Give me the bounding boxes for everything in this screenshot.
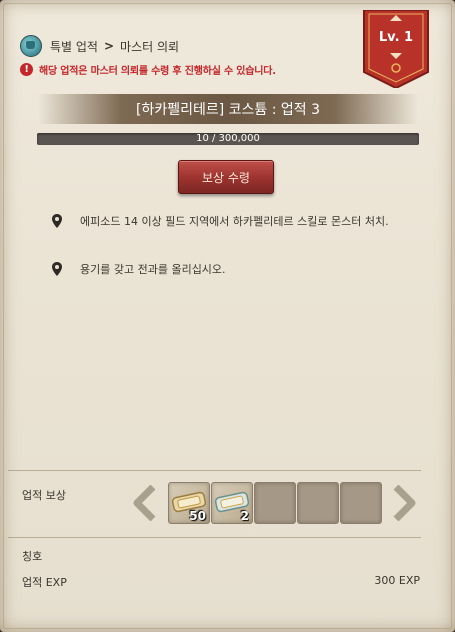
achievement-title: [하카펠리테르] 코스튬 : 업적 3 [135, 102, 321, 118]
progress-bar: 10 / 300,000 [37, 133, 419, 145]
claim-reward-button[interactable]: 보상 수령 [178, 160, 274, 194]
reward-slot-empty [340, 482, 382, 524]
objective-text: 용기를 갖고 전과를 올리십시오. [80, 263, 226, 276]
level-text: Lv. 1 [378, 30, 414, 45]
objective-item: 용기를 갖고 전과를 올리십시오. [52, 262, 390, 278]
location-pin-icon [52, 262, 62, 276]
title-row-label: 칭호 [22, 550, 43, 563]
rewards-prev-arrow-icon[interactable] [131, 485, 159, 521]
reward-slot[interactable]: 50 [168, 482, 210, 524]
breadcrumb-separator: > [103, 39, 115, 53]
claim-reward-label: 보상 수령 [202, 170, 250, 185]
objective-text: 에피소드 14 이상 필드 지역에서 하카펠리테르 스킬로 몬스터 처치. [80, 215, 389, 228]
breadcrumb: 특별 업적 > 마스터 의뢰 [20, 35, 179, 57]
reward-slot[interactable]: 2 [211, 482, 253, 524]
progress-text: 10 / 300,000 [196, 133, 260, 144]
reward-slot-empty [297, 482, 339, 524]
divider [8, 537, 421, 538]
breadcrumb-category[interactable]: 특별 업적 [50, 38, 98, 55]
breadcrumb-current: 마스터 의뢰 [120, 39, 180, 54]
rewards-label: 업적 보상 [22, 489, 66, 502]
objective-item: 에피소드 14 이상 필드 지역에서 하카펠리테르 스킬로 몬스터 처치. [52, 214, 390, 230]
divider [8, 470, 421, 471]
reward-slot-empty [254, 482, 296, 524]
warning-message: ! 해당 업적은 마스터 의뢰를 수령 후 진행하실 수 있습니다. [20, 62, 276, 77]
exclamation-icon: ! [20, 63, 33, 76]
reward-count: 2 [240, 509, 249, 523]
exp-row-label: 업적 EXP [22, 576, 67, 589]
achievement-category-icon [20, 35, 42, 57]
location-pin-icon [52, 214, 62, 228]
rewards-next-arrow-icon[interactable] [390, 485, 418, 521]
reward-count: 50 [189, 509, 206, 523]
exp-row-value: 300 EXP [374, 574, 420, 587]
level-badge: Lv. 1 [360, 10, 432, 88]
achievement-title-bar: [하카펠리테르] 코스튬 : 업적 3 [38, 94, 418, 124]
warning-text: 해당 업적은 마스터 의뢰를 수령 후 진행하실 수 있습니다. [39, 66, 276, 77]
